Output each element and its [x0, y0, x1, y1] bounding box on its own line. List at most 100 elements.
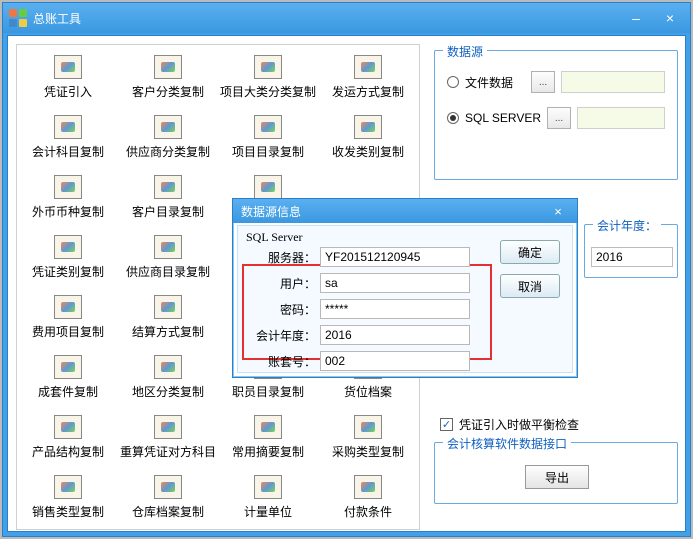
tool-icon: [54, 475, 82, 499]
tool-icon: [154, 235, 182, 259]
tool-icon: [254, 415, 282, 439]
sql-radio-label: SQL SERVER: [465, 111, 541, 125]
file-radio[interactable]: [447, 76, 459, 88]
window-title: 总账工具: [33, 10, 81, 27]
tool-item[interactable]: 地区分类复制: [119, 353, 217, 411]
tool-label: 采购类型复制: [332, 443, 404, 460]
titlebar: 总账工具 – ×: [3, 3, 690, 33]
balance-checkbox[interactable]: ✓: [440, 418, 453, 431]
sql-radio[interactable]: [447, 112, 459, 124]
tool-item[interactable]: 项目大类分类复制: [219, 53, 317, 111]
tool-label: 职员目录复制: [232, 383, 304, 400]
minimize-button[interactable]: –: [622, 8, 650, 28]
tool-label: 供应商分类复制: [126, 143, 210, 160]
tool-icon: [54, 235, 82, 259]
tool-label: 发运方式复制: [332, 83, 404, 100]
tool-label: 项目大类分类复制: [220, 83, 316, 100]
tool-icon: [54, 415, 82, 439]
client-area: 凭证引入 客户分类复制项目大类分类复制发运方式复制会计科目复制 供应商分类复制 项目目…: [7, 35, 686, 532]
user-label: 用户：: [242, 275, 320, 292]
tool-label: 供应商目录复制: [126, 263, 210, 280]
tool-icon: [154, 415, 182, 439]
tool-item[interactable]: 供应商目录复制: [119, 233, 217, 291]
tool-label: 外币币种复制: [32, 203, 104, 220]
year-label: 会计年度：: [242, 327, 320, 344]
password-label: 密码：: [242, 301, 320, 318]
tool-item[interactable]: 成套件复制: [19, 353, 117, 411]
cancel-button[interactable]: 取消: [500, 274, 560, 298]
tool-item[interactable]: 凭证类别复制: [19, 233, 117, 291]
tool-icon: [54, 55, 82, 79]
tool-icon: [154, 475, 182, 499]
tool-label: 费用项目复制: [32, 323, 104, 340]
main-window: 总账工具 – × 凭证引入客户分类复制项目大类分类复制发运方式复制会计科目复制供…: [2, 2, 691, 537]
tool-icon: [154, 55, 182, 79]
tool-label: 仓库档案复制: [132, 503, 204, 520]
tool-icon: [254, 55, 282, 79]
sql-conn-input[interactable]: [577, 107, 665, 129]
tool-icon: [154, 295, 182, 319]
tool-label: 凭证类别复制: [32, 263, 104, 280]
server-label: 服务器：: [242, 249, 320, 266]
password-input[interactable]: [320, 299, 470, 319]
tool-item[interactable]: 发运方式复制: [319, 53, 417, 111]
tool-label: 项目目录复制: [232, 143, 304, 160]
tool-item[interactable]: 会计科目复制: [19, 113, 117, 171]
tool-item[interactable]: 常用摘要复制: [219, 413, 317, 471]
tool-item[interactable]: 凭证引入: [19, 53, 117, 111]
tool-item[interactable]: 产品结构复制: [19, 413, 117, 471]
tool-label: 收发类别复制: [332, 143, 404, 160]
tool-icon: [254, 115, 282, 139]
export-group: 会计核算软件数据接口 导出: [434, 442, 678, 504]
dialog-body: SQL Server 服务器： 用户： 密码： 会计年: [237, 225, 573, 373]
tool-item[interactable]: 销售类型复制: [19, 473, 117, 531]
balance-check-label: 凭证引入时做平衡检查: [459, 416, 579, 433]
tool-label: 会计科目复制: [32, 143, 104, 160]
file-browse-button[interactable]: ...: [531, 71, 555, 93]
app-icon: [9, 9, 27, 27]
tool-item[interactable]: 项目目录复制: [219, 113, 317, 171]
tool-label: 凭证引入: [44, 83, 92, 100]
tool-label: 地区分类复制: [132, 383, 204, 400]
tool-item[interactable]: 客户分类复制: [119, 53, 217, 111]
server-input[interactable]: [320, 247, 470, 267]
user-input[interactable]: [320, 273, 470, 293]
account-label: 账套号：: [242, 353, 320, 370]
file-path-input[interactable]: [561, 71, 665, 93]
tool-item[interactable]: 供应商分类复制: [119, 113, 217, 171]
sql-browse-button[interactable]: ...: [547, 107, 571, 129]
datasource-group: 数据源 文件数据 ... SQL SERVER ...: [434, 50, 678, 180]
tool-icon: [354, 415, 382, 439]
ok-button[interactable]: 确定: [500, 240, 560, 264]
dialog-year-input[interactable]: [320, 325, 470, 345]
tool-icon: [154, 355, 182, 379]
tool-item[interactable]: 收发类别复制: [319, 113, 417, 171]
fiscal-year-input[interactable]: [591, 247, 673, 267]
tool-item[interactable]: 重算凭证对方科目: [119, 413, 217, 471]
tool-item[interactable]: 付款条件: [319, 473, 417, 531]
tool-item[interactable]: 计量单位: [219, 473, 317, 531]
tool-label: 产品结构复制: [32, 443, 104, 460]
tool-item[interactable]: 费用项目复制: [19, 293, 117, 351]
tool-item[interactable]: 客户目录复制: [119, 173, 217, 231]
tool-item[interactable]: 外币币种复制: [19, 173, 117, 231]
export-button[interactable]: 导出: [525, 465, 589, 489]
tool-label: 货位档案: [344, 383, 392, 400]
dialog-close-button[interactable]: ×: [547, 202, 569, 220]
close-button[interactable]: ×: [656, 8, 684, 28]
tool-item[interactable]: 采购类型复制: [319, 413, 417, 471]
tool-icon: [54, 175, 82, 199]
tool-icon: [354, 475, 382, 499]
tool-item[interactable]: 结算方式复制: [119, 293, 217, 351]
tool-icon: [54, 355, 82, 379]
tool-item[interactable]: 仓库档案复制: [119, 473, 217, 531]
fiscal-year-group: 会计年度：: [584, 224, 678, 278]
tool-label: 销售类型复制: [32, 503, 104, 520]
tool-icon: [54, 295, 82, 319]
tool-label: 客户分类复制: [132, 83, 204, 100]
tool-icon: [154, 115, 182, 139]
dialog-title: 数据源信息: [241, 203, 301, 220]
tool-label: 客户目录复制: [132, 203, 204, 220]
tool-icon: [254, 175, 282, 199]
account-input[interactable]: [320, 351, 470, 371]
